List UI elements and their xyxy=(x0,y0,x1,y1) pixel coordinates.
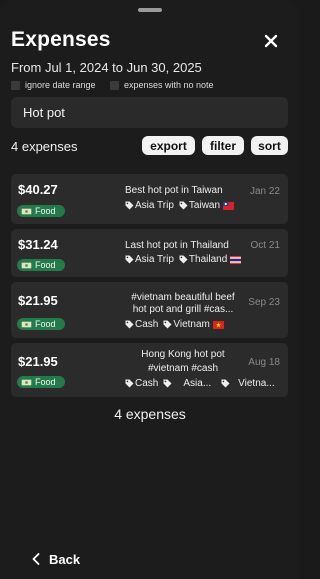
money-icon xyxy=(21,320,32,328)
tag: Taiwan xyxy=(179,200,235,211)
tag-icon xyxy=(163,379,172,388)
page-title: Expenses xyxy=(11,28,111,51)
close-icon[interactable] xyxy=(262,32,280,50)
back-label: Back xyxy=(49,551,81,567)
expense-description-line-2: #vietnam #cash xyxy=(147,363,219,374)
tag: Thailand xyxy=(179,254,242,265)
tag: Cash xyxy=(125,319,158,330)
search-value: Hot pot xyxy=(23,105,65,120)
sheet-grabber-handle[interactable] xyxy=(138,8,162,12)
category-label: Food xyxy=(35,260,56,270)
expense-card[interactable]: $40.27 Food Best hot pot in Taiwan Asia … xyxy=(11,174,288,224)
category-badge: Food xyxy=(17,376,65,388)
checkbox-box[interactable] xyxy=(11,80,20,90)
tag-icon xyxy=(221,379,230,388)
expense-amount: $21.95 xyxy=(18,293,58,308)
no-note-checkbox[interactable]: expenses with no note xyxy=(110,79,214,91)
expense-description-line-1: #vietnam beautiful beef xyxy=(131,292,235,303)
expense-card[interactable]: $31.24 Food Last hot pot in Thailand Asi… xyxy=(11,229,288,277)
search-input[interactable]: Hot pot xyxy=(11,97,288,128)
expense-date: Sep 23 xyxy=(248,297,280,308)
tag: Asia Trip xyxy=(125,254,174,265)
tag: Vietna... xyxy=(221,378,275,389)
taiwan-flag-icon xyxy=(223,201,235,210)
money-icon xyxy=(21,378,32,386)
expense-tags: Asia Trip Taiwan xyxy=(125,200,240,211)
vietnam-flag-icon xyxy=(212,320,224,329)
expense-date: Jan 22 xyxy=(249,186,280,197)
money-icon xyxy=(21,261,32,269)
expense-tags: Cash Asia... Vietna... xyxy=(125,378,280,389)
expense-tags: Asia Trip Thailand xyxy=(125,254,247,265)
category-label: Food xyxy=(35,377,56,387)
expense-card[interactable]: $21.95 Food #vietnam beautiful beef hot … xyxy=(11,282,288,338)
tag: Cash xyxy=(125,378,158,389)
date-range-label: From Jul 1, 2024 to Jun 30, 2025 xyxy=(11,60,202,75)
thailand-flag-icon xyxy=(230,255,242,264)
tag-icon xyxy=(125,379,134,388)
expense-amount: $31.24 xyxy=(18,237,58,252)
expense-description-line-2: hot pot and grill #cas... xyxy=(132,304,234,315)
back-button[interactable]: Back xyxy=(32,551,80,567)
expense-description-line-1: Hong Kong hot pot xyxy=(141,349,225,360)
expense-date: Oct 21 xyxy=(250,240,280,251)
filter-button[interactable]: filter xyxy=(202,136,244,155)
tag: Asia... xyxy=(183,378,212,389)
expense-count: 4 expenses xyxy=(11,139,78,154)
expense-amount: $21.95 xyxy=(18,354,58,369)
expense-date: Aug 18 xyxy=(248,357,280,368)
tag-icon xyxy=(179,201,188,210)
tag-icon xyxy=(125,255,134,264)
checkbox-label: expenses with no note xyxy=(124,80,214,90)
tag: Vietnam xyxy=(163,319,225,330)
tag xyxy=(163,379,173,388)
category-label: Food xyxy=(35,206,56,216)
tag-icon xyxy=(125,201,134,210)
tag-icon xyxy=(125,320,134,329)
category-badge: Food xyxy=(17,205,65,217)
checkbox-label: ignore date range xyxy=(25,80,96,90)
footer-expense-count: 4 expenses xyxy=(114,406,186,422)
money-icon xyxy=(21,207,32,215)
chevron-left-icon xyxy=(32,553,40,565)
tag-icon xyxy=(163,320,172,329)
ignore-date-range-checkbox[interactable]: ignore date range xyxy=(11,79,96,91)
tag: Asia Trip xyxy=(125,200,174,211)
expense-amount: $40.27 xyxy=(18,182,58,197)
expense-description: Last hot pot in Thailand xyxy=(125,240,229,251)
expense-tags: Cash Vietnam xyxy=(125,319,230,330)
checkbox-box[interactable] xyxy=(110,80,119,90)
expense-card[interactable]: $21.95 Food Hong Kong hot pot #vietnam #… xyxy=(11,343,288,397)
sort-button[interactable]: sort xyxy=(251,136,288,155)
category-label: Food xyxy=(35,319,56,329)
export-button[interactable]: export xyxy=(142,136,195,155)
tag-icon xyxy=(179,255,188,264)
category-badge: Food xyxy=(17,259,65,271)
expense-description: Best hot pot in Taiwan xyxy=(125,185,223,196)
category-badge: Food xyxy=(17,318,65,330)
expenses-sheet: Expenses From Jul 1, 2024 to Jun 30, 202… xyxy=(0,0,300,579)
